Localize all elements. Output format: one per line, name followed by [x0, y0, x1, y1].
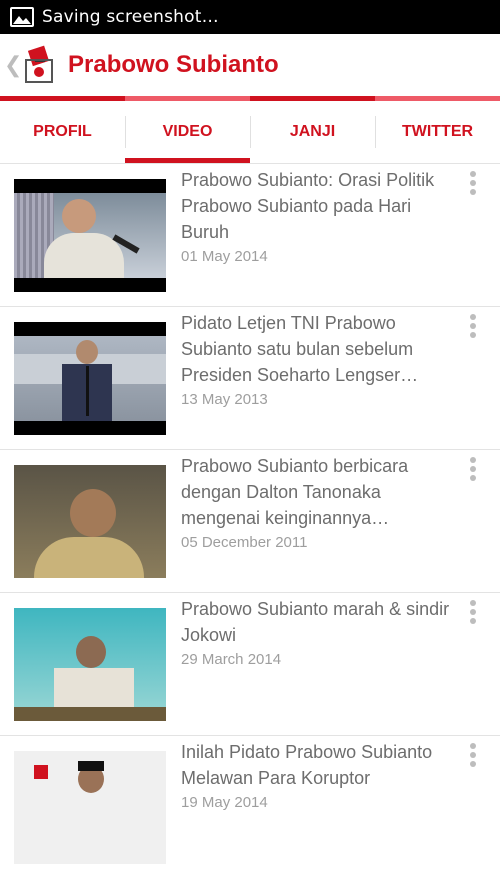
- tab-profil[interactable]: PROFIL: [0, 101, 125, 163]
- video-list: Prabowo Subianto: Orasi Politik Prabowo …: [0, 164, 500, 879]
- video-date: 05 December 2011: [181, 534, 308, 551]
- status-text: Saving screenshot…: [42, 7, 219, 27]
- list-item[interactable]: Prabowo Subianto: Orasi Politik Prabowo …: [0, 164, 500, 307]
- tab-bar: PROFIL VIDEO JANJI TWITTER: [0, 101, 500, 164]
- overflow-menu-icon[interactable]: [470, 171, 476, 197]
- tab-video[interactable]: VIDEO: [125, 101, 250, 163]
- tab-janji[interactable]: JANJI: [250, 101, 375, 163]
- status-bar: Saving screenshot…: [0, 0, 500, 34]
- video-title[interactable]: Prabowo Subianto marah & sindir Jokowi: [181, 596, 451, 648]
- video-title[interactable]: Inilah Pidato Prabowo Subianto Melawan P…: [181, 739, 451, 791]
- video-title[interactable]: Prabowo Subianto: Orasi Politik Prabowo …: [181, 167, 451, 245]
- video-thumbnail[interactable]: [14, 465, 166, 578]
- list-item[interactable]: Pidato Letjen TNI Prabowo Subianto satu …: [0, 307, 500, 450]
- app-bar: ❮ Prabowo Subianto: [0, 34, 500, 96]
- overflow-menu-icon[interactable]: [470, 600, 476, 626]
- video-title[interactable]: Prabowo Subianto berbicara dengan Dalton…: [181, 453, 451, 531]
- video-thumbnail[interactable]: [14, 608, 166, 721]
- list-item[interactable]: Prabowo Subianto marah & sindir Jokowi 2…: [0, 593, 500, 736]
- overflow-menu-icon[interactable]: [470, 743, 476, 769]
- video-thumbnail[interactable]: [14, 751, 166, 864]
- app-title: Prabowo Subianto: [68, 51, 279, 78]
- tab-twitter[interactable]: TWITTER: [375, 101, 500, 163]
- overflow-menu-icon[interactable]: [470, 457, 476, 483]
- video-date: 19 May 2014: [181, 794, 268, 811]
- video-thumbnail[interactable]: [14, 322, 166, 435]
- ballot-box-logo[interactable]: [22, 45, 58, 85]
- image-icon: [10, 7, 34, 27]
- back-chevron-icon[interactable]: ❮: [4, 53, 22, 78]
- video-thumbnail[interactable]: [14, 179, 166, 292]
- list-item[interactable]: Inilah Pidato Prabowo Subianto Melawan P…: [0, 736, 500, 879]
- overflow-menu-icon[interactable]: [470, 314, 476, 340]
- video-title[interactable]: Pidato Letjen TNI Prabowo Subianto satu …: [181, 310, 451, 388]
- video-date: 29 March 2014: [181, 651, 282, 668]
- video-date: 13 May 2013: [181, 391, 268, 408]
- video-date: 01 May 2014: [181, 248, 268, 265]
- list-item[interactable]: Prabowo Subianto berbicara dengan Dalton…: [0, 450, 500, 593]
